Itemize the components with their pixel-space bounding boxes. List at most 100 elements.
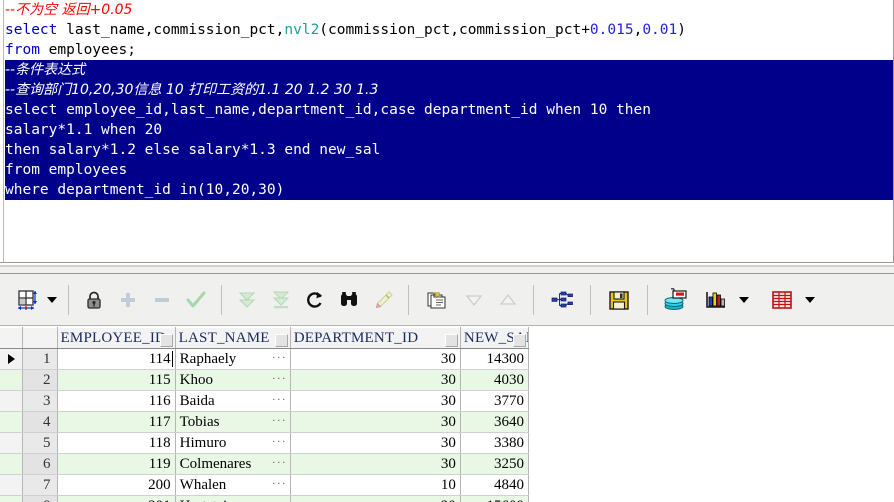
editor-results-splitter[interactable] [0, 264, 894, 274]
column-resize-grip[interactable] [274, 334, 288, 347]
row-number-cell[interactable]: 3 [22, 390, 58, 412]
table-row[interactable]: 6 119 Colmenares ··· 30 3250 [0, 453, 530, 475]
cell-last-name[interactable]: Khoo ··· [175, 369, 291, 391]
table-row[interactable]: 3 116 Baida ··· 30 3770 [0, 390, 530, 412]
row-number-cell[interactable]: 7 [22, 474, 58, 496]
column-resize-grip[interactable] [513, 334, 526, 347]
table-row[interactable]: 2 115 Khoo ··· 30 4030 [0, 369, 530, 391]
table-view-dropdown-arrow[interactable] [802, 285, 818, 315]
cell-employee-id[interactable]: 116 [57, 390, 176, 412]
cell-expand-ellipsis-icon[interactable]: ··· [272, 413, 287, 428]
cell-last-name[interactable]: Hartstein··· [175, 495, 291, 502]
row-number-cell[interactable]: 8 [22, 495, 58, 502]
results-grid[interactable]: EMPLOYEE_ID LAST_NAME DEPARTMENT_ID NEW_… [0, 327, 894, 502]
grid-layout-dropdown-arrow[interactable] [44, 285, 60, 315]
cell-last-name[interactable]: Raphaely ··· [175, 348, 291, 370]
code-line[interactable]: salary*1.1 when 20 [5, 120, 893, 140]
cell-expand-ellipsis-icon[interactable]: ··· [272, 455, 287, 470]
cell-department-id[interactable]: 30 [290, 453, 461, 475]
code-line[interactable]: --查询部门10,20,30信息 10 打印工资的1.1 20 1.2 30 1… [5, 80, 893, 100]
cell-new-sal[interactable]: 15600 [460, 495, 530, 502]
cell-last-name[interactable]: Baida ··· [175, 390, 291, 412]
cell-new-sal[interactable]: 3250 [460, 453, 530, 475]
row-indicator-cell[interactable] [0, 495, 23, 502]
table-row[interactable]: 8201Hartstein···2015600 [0, 495, 530, 502]
cell-new-sal[interactable]: 3380 [460, 432, 530, 454]
cell-department-id[interactable]: 30 [290, 411, 461, 433]
cell-new-sal[interactable]: 4840 [460, 474, 530, 496]
table-row[interactable]: 1 114 Raphaely ··· 30 14300 [0, 348, 530, 370]
cell-employee-id[interactable]: 119 [57, 453, 176, 475]
code-line[interactable]: --条件表达式 [5, 60, 893, 80]
column-header-department-id[interactable]: DEPARTMENT_ID [290, 327, 461, 349]
column-resize-grip[interactable] [444, 334, 458, 347]
code-line[interactable]: from employees [5, 160, 893, 180]
cell-employee-id[interactable]: 200 [57, 474, 176, 496]
column-header-new-sal[interactable]: NEW_SAL [460, 327, 530, 349]
cell-new-sal[interactable]: 14300 [460, 348, 530, 370]
code-line[interactable]: where department_id in(10,20,30) [5, 180, 893, 200]
row-indicator-cell[interactable] [0, 474, 23, 496]
refresh-button[interactable] [298, 283, 332, 317]
row-number-cell[interactable]: 4 [22, 411, 58, 433]
table-row[interactable]: 4 117 Tobias ··· 30 3640 [0, 411, 530, 433]
row-indicator-cell[interactable] [0, 348, 23, 370]
sql-editor[interactable]: --不为空 返回+0.05 select last_name,commission… [0, 0, 894, 263]
cell-employee-id[interactable]: 118 [57, 432, 176, 454]
column-header-employee-id[interactable]: EMPLOYEE_ID [57, 327, 176, 349]
table-row[interactable]: 5 118 Himuro ··· 30 3380 [0, 432, 530, 454]
save-button[interactable] [599, 283, 639, 317]
column-resize-grip[interactable] [159, 334, 173, 347]
cell-expand-ellipsis-icon[interactable]: ··· [272, 434, 287, 449]
row-indicator-cell[interactable] [0, 369, 23, 391]
column-header-label: EMPLOYEE_ID [60, 329, 167, 346]
code-line[interactable]: select last_name,commission_pct,nvl2(com… [5, 20, 893, 40]
row-number-cell[interactable]: 2 [22, 369, 58, 391]
grid-layout-button[interactable] [10, 283, 44, 317]
cell-new-sal[interactable]: 3770 [460, 390, 530, 412]
find-button[interactable] [332, 283, 366, 317]
cell-new-sal[interactable]: 3640 [460, 411, 530, 433]
cell-department-id[interactable]: 30 [290, 390, 461, 412]
cell-last-name[interactable]: Colmenares ··· [175, 453, 291, 475]
row-indicator-cell[interactable] [0, 453, 23, 475]
row-indicator-cell[interactable] [0, 411, 23, 433]
row-indicator-cell[interactable] [0, 390, 23, 412]
lock-record-button[interactable] [77, 283, 111, 317]
cell-expand-ellipsis-icon[interactable]: ··· [272, 476, 287, 491]
cell-new-sal[interactable]: 4030 [460, 369, 530, 391]
row-number-cell[interactable]: 1 [22, 348, 58, 370]
table-view-button[interactable] [762, 283, 802, 317]
query-plan-button[interactable] [542, 283, 582, 317]
code-line[interactable]: select employee_id,last_name,department_… [5, 100, 893, 120]
cell-expand-ellipsis-icon[interactable]: ··· [272, 497, 287, 502]
cell-employee-id[interactable]: 114 [57, 348, 176, 370]
column-header-last-name[interactable]: LAST_NAME [175, 327, 291, 349]
cell-department-id[interactable]: 30 [290, 369, 461, 391]
cell-department-id[interactable]: 30 [290, 432, 461, 454]
row-indicator-cell[interactable] [0, 432, 23, 454]
row-number-cell[interactable]: 6 [22, 453, 58, 475]
cell-expand-ellipsis-icon[interactable]: ··· [272, 350, 287, 365]
row-number-cell[interactable]: 5 [22, 432, 58, 454]
cell-expand-ellipsis-icon[interactable]: ··· [272, 392, 287, 407]
code-line[interactable]: then salary*1.2 else salary*1.3 end new_… [5, 140, 893, 160]
cell-employee-id[interactable]: 115 [57, 369, 176, 391]
cell-last-name[interactable]: Tobias ··· [175, 411, 291, 433]
cell-expand-ellipsis-icon[interactable]: ··· [272, 371, 287, 386]
export-data-button[interactable] [656, 283, 696, 317]
copy-data-button[interactable] [417, 283, 457, 317]
cell-department-id[interactable]: 20 [290, 495, 461, 502]
cell-last-name[interactable]: Himuro ··· [175, 432, 291, 454]
cell-employee-id[interactable]: 201 [57, 495, 176, 502]
table-row[interactable]: 7 200 Whalen ··· 10 4840 [0, 474, 530, 496]
cell-department-id[interactable]: 30 [290, 348, 461, 370]
code-line[interactable]: --不为空 返回+0.05 [5, 0, 893, 20]
chart-button[interactable] [696, 283, 736, 317]
sql-code-area[interactable]: --不为空 返回+0.05 select last_name,commission… [5, 0, 893, 200]
cell-department-id[interactable]: 10 [290, 474, 461, 496]
cell-employee-id[interactable]: 117 [57, 411, 176, 433]
cell-last-name[interactable]: Whalen ··· [175, 474, 291, 496]
chart-dropdown-arrow[interactable] [736, 285, 752, 315]
code-line[interactable]: from employees; [5, 40, 893, 60]
